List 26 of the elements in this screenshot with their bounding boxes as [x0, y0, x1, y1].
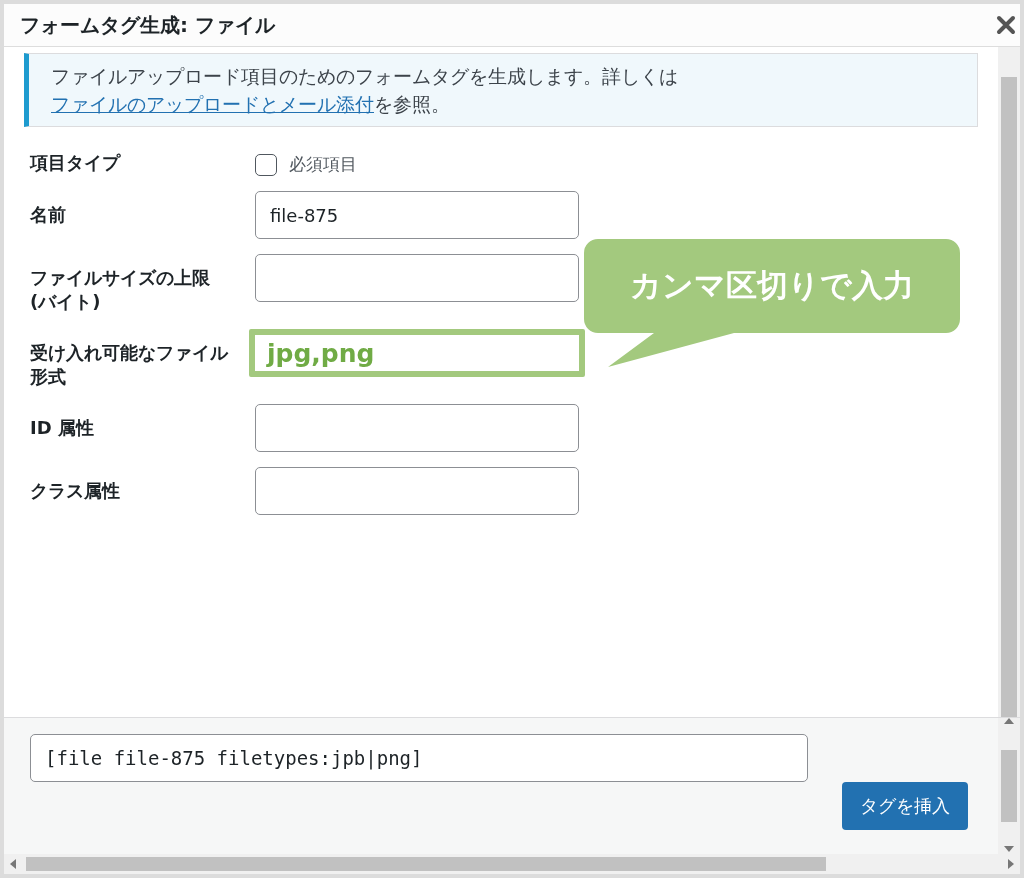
tag-output-field[interactable]: [file file-875 filetypes:jpb|png]	[30, 734, 808, 782]
notice-text: ファイルアップロード項目のためのフォームタグを生成します。詳しくは ファイルのアップロードとメール添付を参照。	[51, 64, 679, 117]
insert-tag-button[interactable]: タグを挿入	[842, 782, 968, 830]
text-field[interactable]	[255, 404, 579, 452]
close-icon[interactable]	[996, 15, 1016, 35]
scrollbar[interactable]	[998, 47, 1020, 717]
field-label: 受け入れ可能なファイル形式	[30, 341, 230, 389]
text-field[interactable]: file-875	[255, 191, 579, 239]
dialog-title: フォームタグ生成: ファイル	[20, 11, 275, 39]
scrollbar[interactable]	[998, 718, 1020, 854]
scroll-down-icon[interactable]	[1004, 846, 1014, 852]
callout-text: カンマ区切りで入力	[630, 267, 914, 305]
scroll-left-icon[interactable]	[10, 859, 16, 869]
text-field[interactable]: jpg,png	[249, 329, 585, 377]
scroll-right-icon[interactable]	[1008, 859, 1014, 869]
field-label: ファイルサイズの上限 (バイト)	[30, 266, 211, 314]
field-label: 項目タイプ	[30, 151, 122, 175]
checkbox-label: 必須項目	[289, 153, 357, 176]
field-label: 名前	[30, 203, 67, 227]
docs-link[interactable]: ファイルのアップロードとメール添付	[51, 93, 374, 115]
field-label: ID 属性	[30, 416, 95, 440]
field-label: クラス属性	[30, 479, 121, 503]
text-field[interactable]	[255, 254, 579, 302]
horizontal-scrollbar[interactable]	[4, 854, 1020, 874]
checkbox[interactable]	[255, 153, 277, 176]
text-field[interactable]	[255, 467, 579, 515]
